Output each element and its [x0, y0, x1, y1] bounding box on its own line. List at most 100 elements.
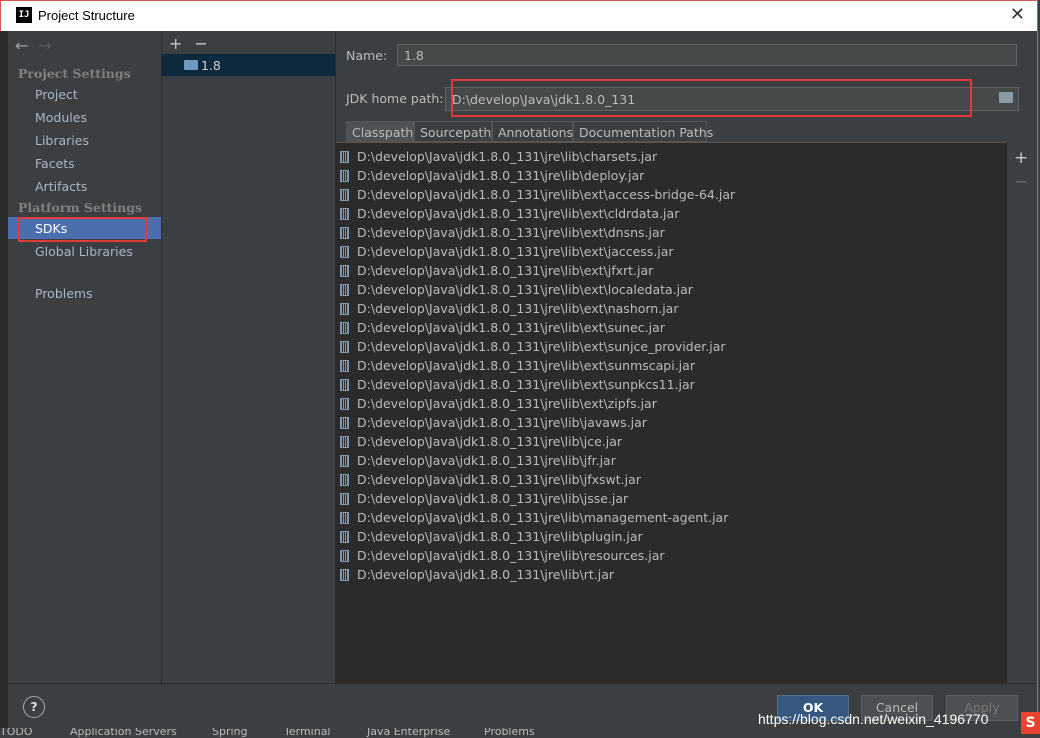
jar-icon	[340, 341, 349, 353]
classpath-entry-text: D:\develop\Java\jdk1.8.0_131\jre\lib\rt.…	[357, 567, 615, 582]
classpath-entry-text: D:\develop\Java\jdk1.8.0_131\jre\lib\ext…	[357, 282, 693, 297]
classpath-entry[interactable]: D:\develop\Java\jdk1.8.0_131\jre\lib\jav…	[340, 413, 647, 432]
window-title: Project Structure	[38, 8, 135, 23]
classpath-entry[interactable]: D:\develop\Java\jdk1.8.0_131\jre\lib\cha…	[340, 147, 657, 166]
classpath-entry[interactable]: D:\develop\Java\jdk1.8.0_131\jre\lib\ext…	[340, 261, 653, 280]
classpath-entry[interactable]: D:\develop\Java\jdk1.8.0_131\jre\lib\ext…	[340, 280, 693, 299]
jar-icon	[340, 569, 349, 581]
jar-icon	[340, 284, 349, 296]
sdk-toolbar: +−	[169, 34, 220, 53]
add-sdk-button[interactable]: +	[169, 34, 194, 53]
classpath-entry[interactable]: D:\develop\Java\jdk1.8.0_131\jre\lib\jfx…	[340, 470, 641, 489]
remove-path-button[interactable]: −	[1014, 172, 1028, 192]
sdk-list-panel: +− 1.8	[162, 31, 336, 683]
tab-documentation-paths[interactable]: Documentation Paths	[573, 121, 713, 142]
sidebar-item-modules[interactable]: Modules	[35, 110, 87, 125]
classpath-entry[interactable]: D:\develop\Java\jdk1.8.0_131\jre\lib\rt.…	[340, 565, 614, 584]
classpath-entry[interactable]: D:\develop\Java\jdk1.8.0_131\jre\lib\jss…	[340, 489, 628, 508]
tab-annotations[interactable]: Annotations	[492, 121, 573, 142]
tool-problems[interactable]: Problems	[484, 728, 535, 738]
project-settings-header: Project Settings	[18, 66, 131, 81]
back-arrow-icon[interactable]: ←	[15, 36, 38, 55]
sidebar-item-global-libraries[interactable]: Global Libraries	[35, 244, 133, 259]
sidebar-item-facets[interactable]: Facets	[35, 156, 75, 171]
tool-java-enterprise[interactable]: Java Enterprise	[367, 728, 450, 738]
classpath-entry[interactable]: D:\develop\Java\jdk1.8.0_131\jre\lib\ext…	[340, 185, 735, 204]
classpath-entry-text: D:\develop\Java\jdk1.8.0_131\jre\lib\res…	[357, 548, 665, 563]
jar-icon	[340, 436, 349, 448]
sidebar-item-artifacts[interactable]: Artifacts	[35, 179, 87, 194]
classpath-entry-text: D:\develop\Java\jdk1.8.0_131\jre\lib\jss…	[357, 491, 629, 506]
sidebar-item-libraries[interactable]: Libraries	[35, 133, 89, 148]
classpath-list[interactable]: D:\develop\Java\jdk1.8.0_131\jre\lib\cha…	[336, 142, 1006, 684]
classpath-entry[interactable]: D:\develop\Java\jdk1.8.0_131\jre\lib\man…	[340, 508, 728, 527]
jar-icon	[340, 246, 349, 258]
tab-classpath[interactable]: Classpath	[346, 121, 414, 142]
classpath-entry[interactable]: D:\develop\Java\jdk1.8.0_131\jre\lib\ext…	[340, 375, 695, 394]
intellij-icon: IJ	[16, 7, 32, 23]
sdk-item-1-8[interactable]: 1.8	[162, 54, 335, 76]
classpath-entry[interactable]: D:\develop\Java\jdk1.8.0_131\jre\lib\ext…	[340, 204, 679, 223]
classpath-entry-text: D:\develop\Java\jdk1.8.0_131\jre\lib\dep…	[357, 168, 645, 183]
classpath-entry[interactable]: D:\develop\Java\jdk1.8.0_131\jre\lib\ext…	[340, 223, 665, 242]
classpath-entry-text: D:\develop\Java\jdk1.8.0_131\jre\lib\jce…	[357, 434, 623, 449]
jar-icon	[340, 455, 349, 467]
classpath-entry[interactable]: D:\develop\Java\jdk1.8.0_131\jre\lib\ext…	[340, 356, 695, 375]
classpath-entry[interactable]: D:\develop\Java\jdk1.8.0_131\jre\lib\plu…	[340, 527, 643, 546]
browse-folder-icon[interactable]	[999, 92, 1013, 103]
jar-icon	[340, 151, 349, 163]
tool-todo[interactable]: TODO	[0, 728, 33, 738]
classpath-entry[interactable]: D:\develop\Java\jdk1.8.0_131\jre\lib\dep…	[340, 166, 644, 185]
highlight-box-jdk-path	[451, 79, 972, 117]
name-label: Name:	[346, 48, 388, 63]
jar-icon	[340, 493, 349, 505]
classpath-entry-text: D:\develop\Java\jdk1.8.0_131\jre\lib\ext…	[357, 358, 695, 373]
classpath-entry-text: D:\develop\Java\jdk1.8.0_131\jre\lib\ext…	[357, 187, 736, 202]
title-bar: IJ Project Structure ✕	[1, 1, 1037, 31]
name-field[interactable]: 1.8	[397, 44, 1017, 66]
classpath-entry[interactable]: D:\develop\Java\jdk1.8.0_131\jre\lib\jfr…	[340, 451, 616, 470]
tool-terminal[interactable]: Terminal	[284, 728, 331, 738]
classpath-entry-text: D:\develop\Java\jdk1.8.0_131\jre\lib\jfr…	[357, 453, 616, 468]
classpath-entry-text: D:\develop\Java\jdk1.8.0_131\jre\lib\ext…	[357, 320, 665, 335]
add-path-button[interactable]: +	[1014, 148, 1028, 168]
highlight-box-sdks	[18, 217, 147, 242]
classpath-entry-text: D:\develop\Java\jdk1.8.0_131\jre\lib\plu…	[357, 529, 643, 544]
classpath-entry-text: D:\develop\Java\jdk1.8.0_131\jre\lib\ext…	[357, 263, 654, 278]
jar-icon	[340, 303, 349, 315]
classpath-entry-text: D:\develop\Java\jdk1.8.0_131\jre\lib\man…	[357, 510, 729, 525]
classpath-entry-text: D:\develop\Java\jdk1.8.0_131\jre\lib\ext…	[357, 377, 695, 392]
background-editor-strip	[0, 31, 8, 731]
help-icon[interactable]: ?	[23, 696, 45, 718]
sdk-item-label: 1.8	[201, 58, 221, 73]
tool-application-servers[interactable]: Application Servers	[70, 728, 177, 738]
classpath-entry[interactable]: D:\develop\Java\jdk1.8.0_131\jre\lib\ext…	[340, 394, 657, 413]
jdk-home-label: JDK home path:	[346, 91, 444, 106]
ime-icon: S	[1021, 712, 1040, 734]
jar-icon	[340, 474, 349, 486]
sidebar-item-project[interactable]: Project	[35, 87, 78, 102]
ide-tool-window-bar: TODO Application Servers Spring Terminal…	[0, 728, 1040, 738]
classpath-entry[interactable]: D:\develop\Java\jdk1.8.0_131\jre\lib\ext…	[340, 318, 665, 337]
csdn-watermark: https://blog.csdn.net/weixin_4196770	[758, 711, 989, 727]
classpath-entry[interactable]: D:\develop\Java\jdk1.8.0_131\jre\lib\jce…	[340, 432, 622, 451]
forward-arrow-icon[interactable]: →	[38, 36, 61, 55]
jar-icon	[340, 170, 349, 182]
tab-sourcepath[interactable]: Sourcepath	[414, 121, 492, 142]
tool-spring[interactable]: Spring	[212, 728, 248, 738]
remove-sdk-button[interactable]: −	[194, 34, 219, 53]
nav-arrows: ←→	[15, 36, 62, 55]
platform-settings-header: Platform Settings	[18, 200, 143, 215]
sdk-details-panel: Name: 1.8 JDK home path: D:\develop\Java…	[336, 31, 1037, 684]
sidebar-item-problems[interactable]: Problems	[35, 286, 93, 301]
sdk-folder-icon	[184, 60, 198, 70]
classpath-entry[interactable]: D:\develop\Java\jdk1.8.0_131\jre\lib\ext…	[340, 242, 674, 261]
settings-sidebar: ←→ Project Settings Project Modules Libr…	[8, 31, 162, 683]
jar-icon	[340, 512, 349, 524]
close-icon[interactable]: ✕	[1010, 4, 1025, 25]
classpath-entry[interactable]: D:\develop\Java\jdk1.8.0_131\jre\lib\res…	[340, 546, 665, 565]
classpath-entry[interactable]: D:\develop\Java\jdk1.8.0_131\jre\lib\ext…	[340, 299, 678, 318]
classpath-entry-text: D:\develop\Java\jdk1.8.0_131\jre\lib\jav…	[357, 415, 647, 430]
classpath-entry[interactable]: D:\develop\Java\jdk1.8.0_131\jre\lib\ext…	[340, 337, 726, 356]
jar-icon	[340, 531, 349, 543]
